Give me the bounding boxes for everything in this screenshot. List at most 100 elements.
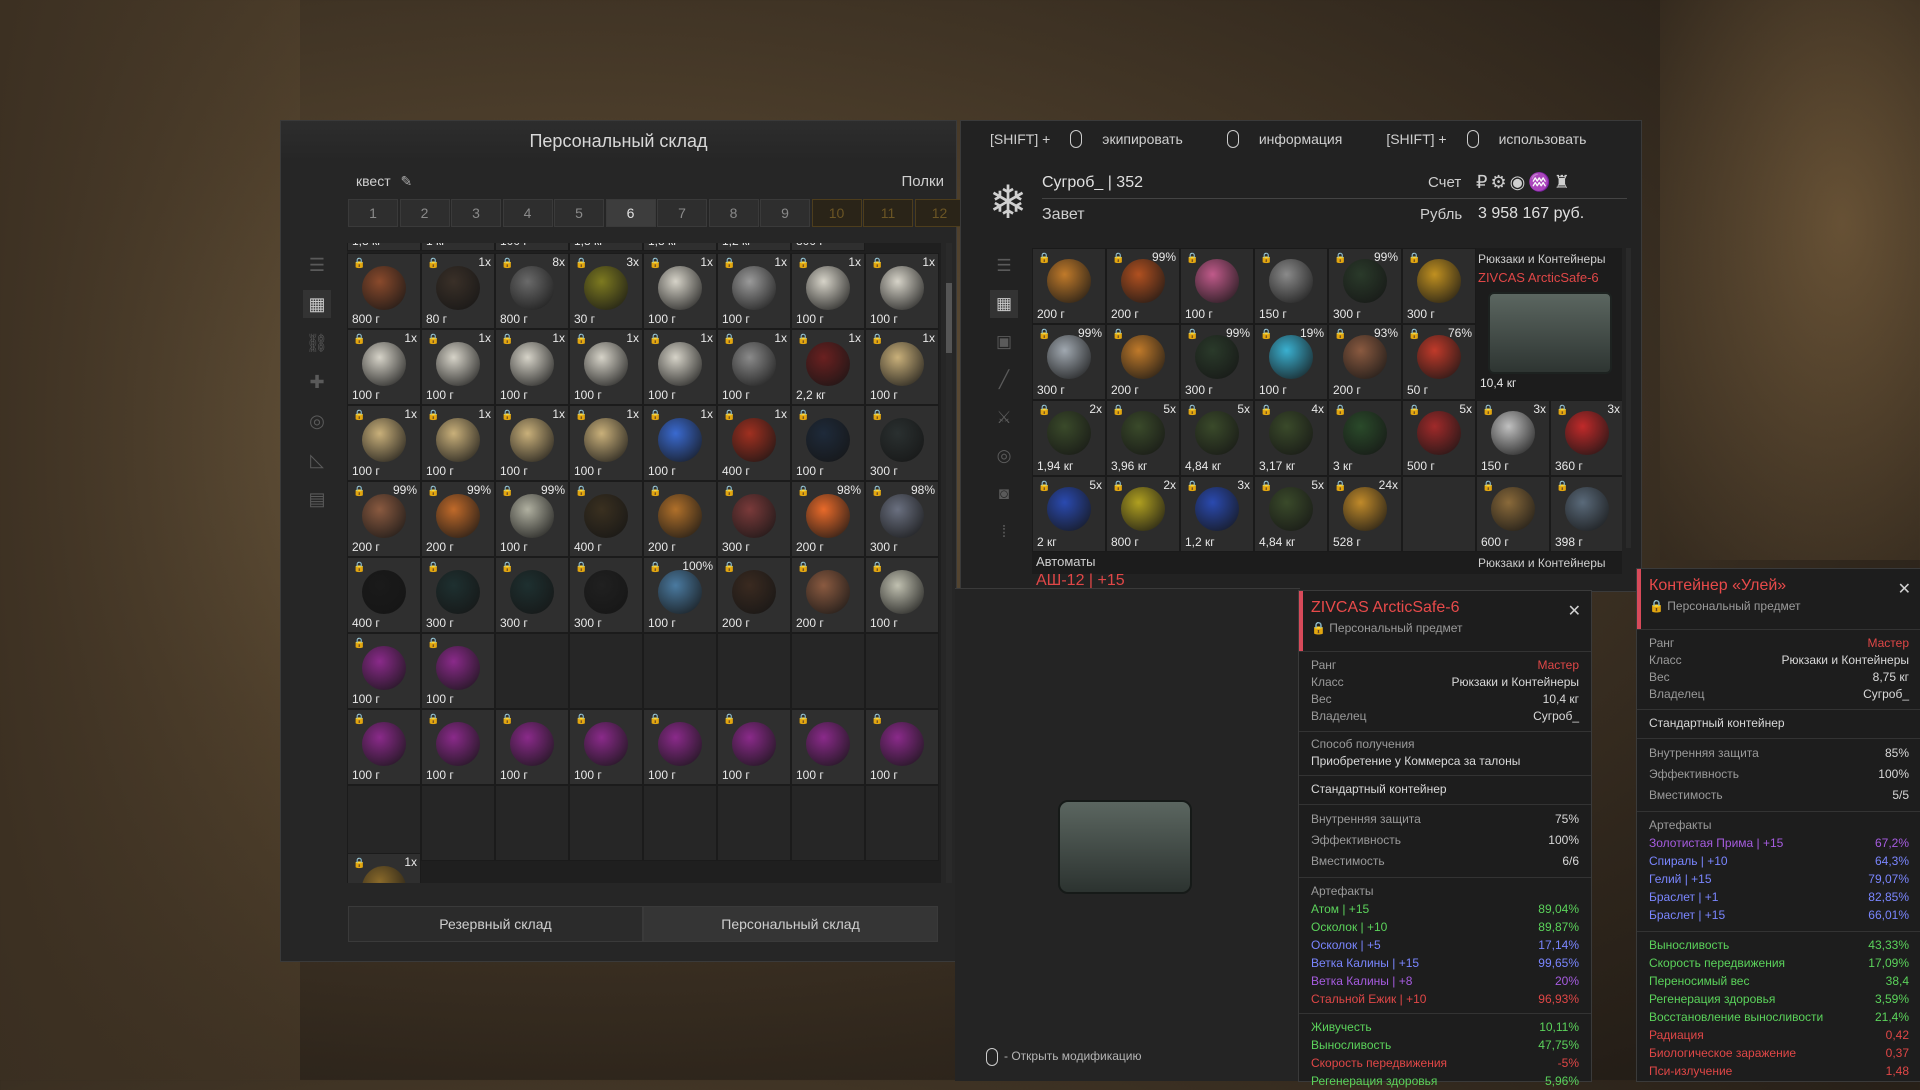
item-slot[interactable] — [347, 785, 421, 861]
item-slot[interactable]: 1 кг — [421, 243, 495, 251]
shelf-tab-6[interactable]: 6 — [605, 199, 656, 227]
item-slot[interactable]: 🔒 1x 100 г — [569, 405, 643, 481]
currency-icons[interactable]: ₽⚙◉♒♜ — [1476, 172, 1573, 193]
sort-icon[interactable]: ◺ — [303, 446, 331, 474]
item-slot[interactable]: 🔒 100 г — [865, 557, 939, 633]
shelf-tab-4[interactable]: 4 — [502, 199, 553, 227]
shelf-tab-12[interactable]: 12 — [914, 199, 965, 227]
grid-view-icon[interactable]: ▦ — [303, 290, 331, 318]
artifact-filter-icon[interactable]: ◎ — [303, 407, 331, 435]
close-icon[interactable]: ✕ — [1568, 601, 1581, 621]
item-slot[interactable]: 🔒 100 г — [347, 709, 421, 785]
item-slot[interactable]: 🔒 1x 2,2 кг — [791, 329, 865, 405]
item-slot[interactable]: 🔒 3x 150 г — [1476, 400, 1550, 476]
item-slot[interactable] — [717, 633, 791, 709]
shelf-tab-9[interactable]: 9 — [760, 199, 810, 227]
item-slot[interactable]: 🔒 99% 200 г — [1106, 248, 1180, 324]
item-slot[interactable] — [791, 633, 865, 709]
item-slot[interactable]: 🔒 1x 80 г — [421, 253, 495, 329]
medkit-filter-icon[interactable]: ✚ — [303, 368, 331, 396]
item-slot[interactable]: 🔒 5x 4,84 кг — [1254, 476, 1328, 552]
ammo-filter-icon[interactable]: ⁞ — [990, 518, 1018, 546]
item-slot[interactable]: 🔒 100 г — [421, 633, 495, 709]
item-slot[interactable]: 🔒 400 г — [569, 481, 643, 557]
shelf-tab-5[interactable]: 5 — [554, 199, 604, 227]
storage-scroll-thumb[interactable] — [946, 283, 952, 353]
box-filter-icon[interactable]: ▤ — [303, 485, 331, 513]
grid-view-icon[interactable]: ▦ — [990, 290, 1018, 318]
item-slot[interactable]: 🔒 3x 360 г — [1550, 400, 1622, 476]
item-slot[interactable]: 🔒 5x 3,96 кг — [1106, 400, 1180, 476]
item-slot[interactable] — [495, 633, 569, 709]
item-slot[interactable]: 🔒 1x 100 г — [347, 329, 421, 405]
item-slot[interactable]: 🔒 19% 100 г — [1254, 324, 1328, 400]
item-slot[interactable]: 🔒 200 г — [1032, 248, 1106, 324]
item-slot[interactable]: 1,2 кг — [717, 243, 791, 251]
item-slot[interactable] — [569, 785, 643, 861]
item-slot[interactable]: 🔒 1x — [347, 853, 421, 883]
camera-filter-icon[interactable]: ◙ — [990, 480, 1018, 508]
item-slot[interactable]: 🔒 100 г — [865, 709, 939, 785]
item-slot[interactable]: 🔒 1x 100 г — [865, 329, 939, 405]
shelf-tab-3[interactable]: 3 — [451, 199, 501, 227]
item-slot[interactable]: 🔒 24x 528 г — [1328, 476, 1402, 552]
item-slot[interactable] — [865, 785, 939, 861]
item-slot[interactable]: 🔒 1x 100 г — [347, 405, 421, 481]
item-slot[interactable]: 🔒 100 г — [643, 709, 717, 785]
item-slot[interactable]: 🔒 93% 200 г — [1328, 324, 1402, 400]
item-slot[interactable]: 🔒 300 г — [569, 557, 643, 633]
item-slot[interactable] — [791, 785, 865, 861]
inventory-scrollbar[interactable] — [1626, 248, 1631, 548]
item-slot[interactable]: 🔒 200 г — [1106, 324, 1180, 400]
shelf-tab-8[interactable]: 8 — [708, 199, 759, 227]
item-slot[interactable]: 🔒 300 г — [1402, 248, 1476, 324]
item-slot[interactable]: 🔒 1x 100 г — [421, 405, 495, 481]
item-slot[interactable]: 🔒 3 кг — [1328, 400, 1402, 476]
storage-scrollbar[interactable] — [946, 243, 952, 883]
list-view-icon[interactable]: ☰ — [990, 252, 1018, 280]
list-view-icon[interactable]: ☰ — [303, 251, 331, 279]
item-slot[interactable] — [865, 633, 939, 709]
knife-filter-icon[interactable]: ⚔ — [990, 404, 1018, 432]
item-slot[interactable]: 🔒 1x 100 г — [495, 329, 569, 405]
item-slot[interactable]: 🔒 99% 200 г — [421, 481, 495, 557]
item-slot[interactable]: 🔒 1x 100 г — [643, 329, 717, 405]
personal-storage-button[interactable]: Персональный склад — [643, 906, 938, 942]
item-slot[interactable]: 🔒 100 г — [569, 709, 643, 785]
item-slot[interactable]: 🔒 3x 30 г — [569, 253, 643, 329]
item-slot[interactable]: 🔒 99% 300 г — [1180, 324, 1254, 400]
backpack-name[interactable]: ZIVCAS ArcticSafe-6 — [1478, 270, 1599, 285]
item-slot[interactable]: 🔒 3x 1,2 кг — [1180, 476, 1254, 552]
item-slot[interactable] — [1402, 476, 1476, 552]
item-slot[interactable]: 🔒 4x 3,17 кг — [1254, 400, 1328, 476]
item-slot[interactable]: 🔒 1x 100 г — [865, 253, 939, 329]
item-slot[interactable] — [643, 633, 717, 709]
item-slot[interactable]: 🔒 1x 100 г — [791, 253, 865, 329]
item-slot[interactable]: 🔒 99% 300 г — [1032, 324, 1106, 400]
item-slot[interactable]: 🔒 800 г — [347, 253, 421, 329]
item-slot[interactable]: 🔒 100 г — [495, 709, 569, 785]
item-slot[interactable]: 🔒 200 г — [791, 557, 865, 633]
item-slot[interactable]: 🔒 99% 100 г — [495, 481, 569, 557]
shelf-tab-10[interactable]: 10 — [811, 199, 862, 227]
item-slot[interactable] — [717, 785, 791, 861]
item-slot[interactable]: 🔒 2x 800 г — [1106, 476, 1180, 552]
shelf-tab-1[interactable]: 1 — [348, 199, 398, 227]
item-slot[interactable]: 🔒 398 г — [1550, 476, 1622, 552]
shelf-tab-2[interactable]: 2 — [399, 199, 450, 227]
item-slot[interactable]: 🔒 100 г — [717, 709, 791, 785]
item-slot[interactable] — [643, 785, 717, 861]
item-slot[interactable]: 🔒 100 г — [347, 633, 421, 709]
item-slot[interactable]: 🔒 98% 200 г — [791, 481, 865, 557]
item-slot[interactable]: 🔒 5x 500 г — [1402, 400, 1476, 476]
item-slot[interactable]: 🔒 100 г — [421, 709, 495, 785]
item-slot[interactable]: 🔒 5x 2 кг — [1032, 476, 1106, 552]
item-slot[interactable]: 🔒 300 г — [495, 557, 569, 633]
item-slot[interactable]: 🔒 100% 100 г — [643, 557, 717, 633]
artifact-filter-icon[interactable]: ◎ — [990, 442, 1018, 470]
item-slot[interactable]: 🔒 2x 1,94 кг — [1032, 400, 1106, 476]
item-slot[interactable]: 1,8 кг — [347, 243, 421, 251]
item-slot[interactable]: 1,8 кг — [569, 243, 643, 251]
item-slot[interactable]: 🔒 300 г — [865, 405, 939, 481]
item-slot[interactable]: 🔒 76% 50 г — [1402, 324, 1476, 400]
